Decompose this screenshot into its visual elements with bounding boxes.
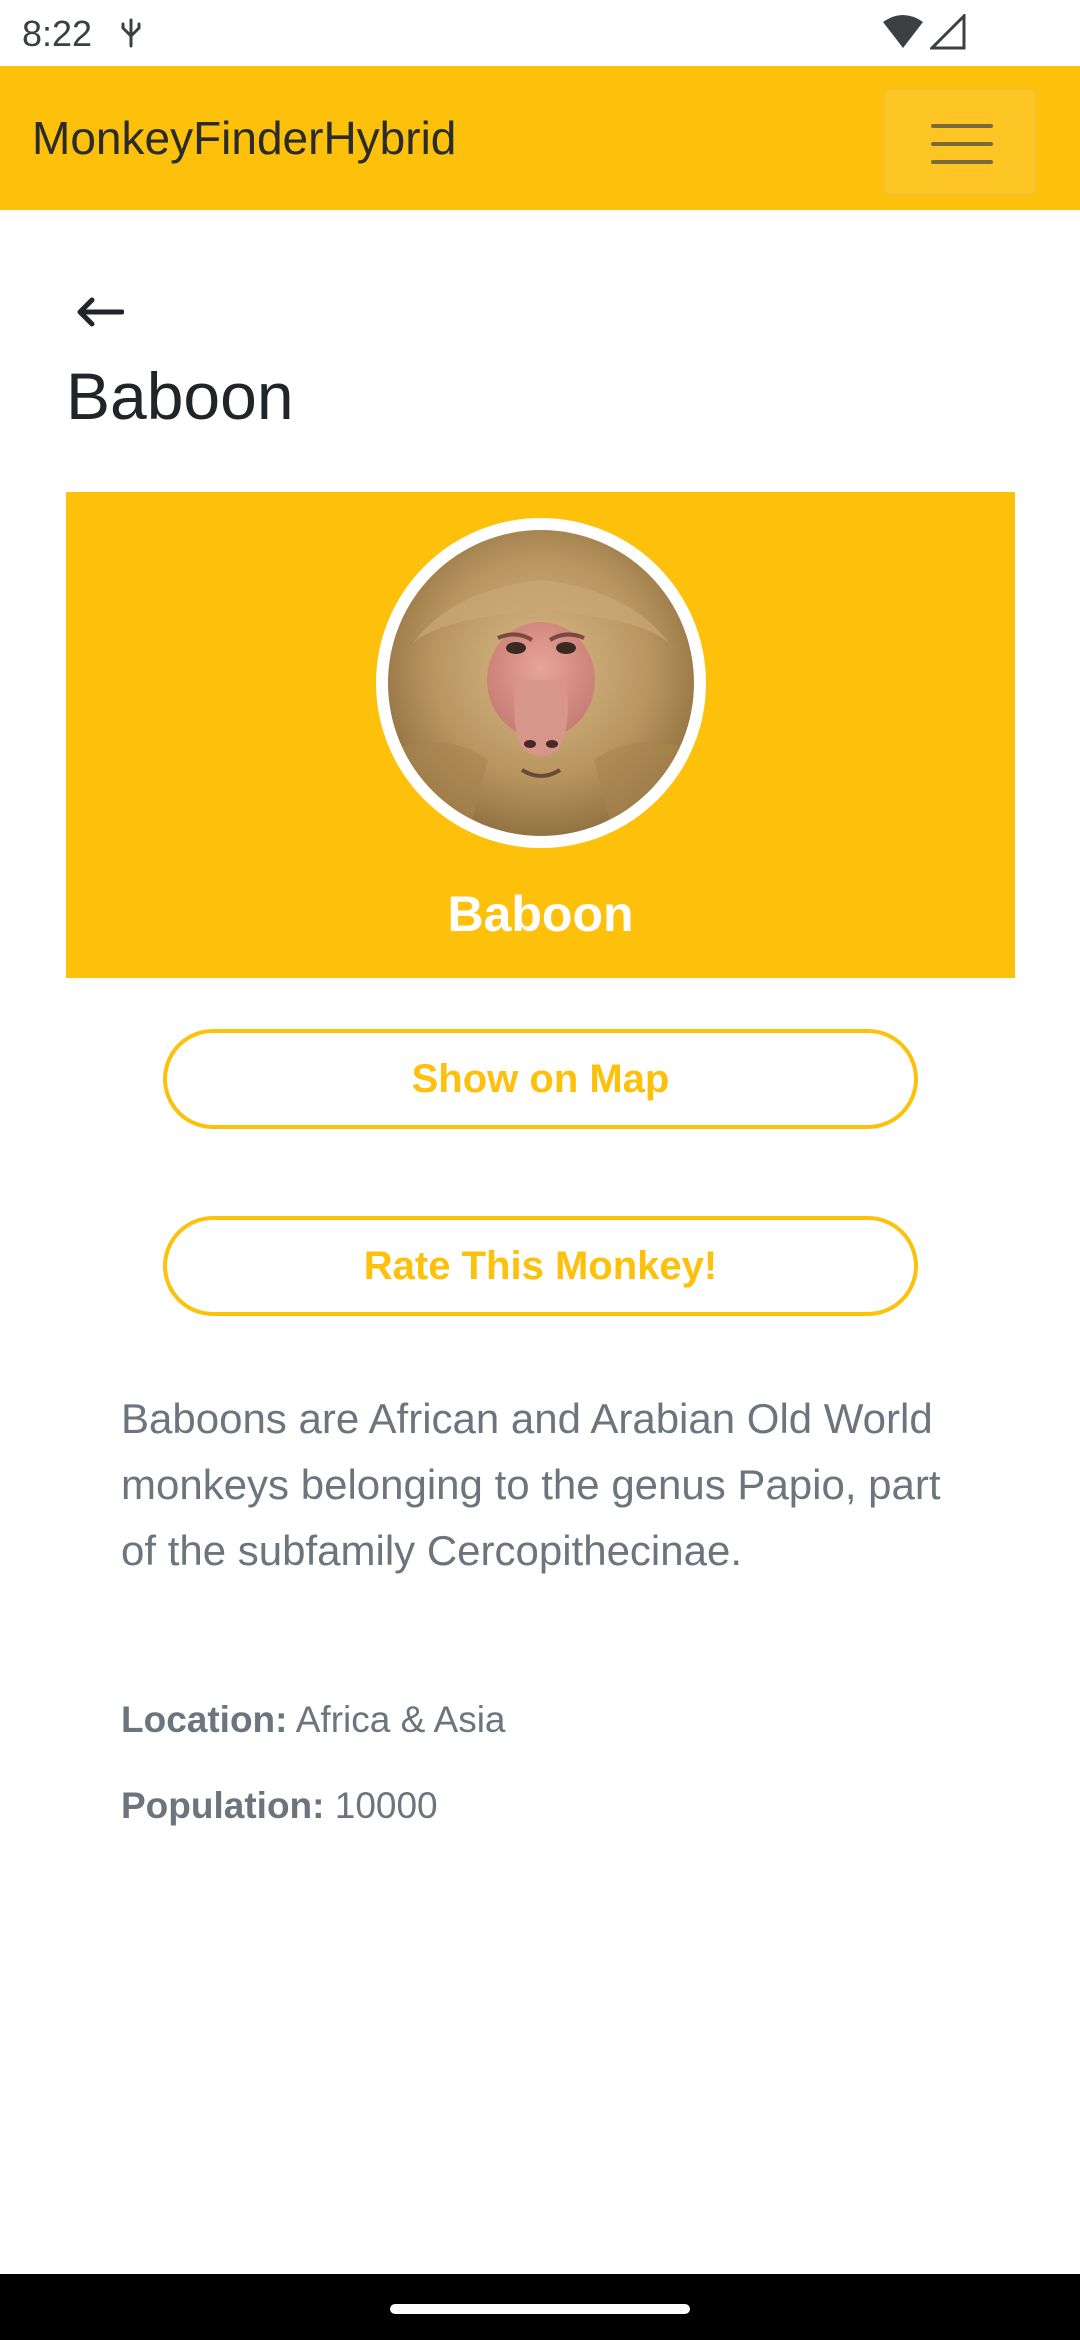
back-arrow-icon[interactable] [76,294,124,330]
rate-monkey-button[interactable]: Rate This Monkey! [163,1216,918,1316]
location-row: Location: Africa & Asia [121,1696,506,1744]
avatar-ring [376,518,706,848]
page-title: Baboon [66,359,294,433]
home-indicator[interactable] [390,2304,690,2314]
app-bar: MonkeyFinderHybrid [0,66,1080,210]
hamburger-menu-button[interactable] [883,88,1037,196]
usb-icon [121,18,141,48]
population-value: 10000 [334,1785,438,1826]
location-label: Location: [121,1699,288,1740]
signal-icon [930,14,966,50]
show-on-map-button[interactable]: Show on Map [163,1029,918,1129]
baboon-photo [388,530,694,836]
location-value: Africa & Asia [295,1699,506,1740]
wifi-icon [883,15,923,48]
population-label: Population: [121,1785,325,1826]
monkey-detail-screen: 8:22 MonkeyFinderHybrid Baboon Baboon Sh… [0,0,1080,2340]
app-title: MonkeyFinderHybrid [32,112,457,164]
population-row: Population: 10000 [121,1782,438,1830]
status-time: 8:22 [22,13,93,54]
monkey-description: Baboons are African and Arabian Old Worl… [121,1395,941,1574]
monkey-hero-card: Baboon [66,492,1015,978]
hero-monkey-name: Baboon [447,886,634,942]
system-nav-bar [0,2274,1080,2340]
status-bar: 8:22 [0,0,1080,66]
